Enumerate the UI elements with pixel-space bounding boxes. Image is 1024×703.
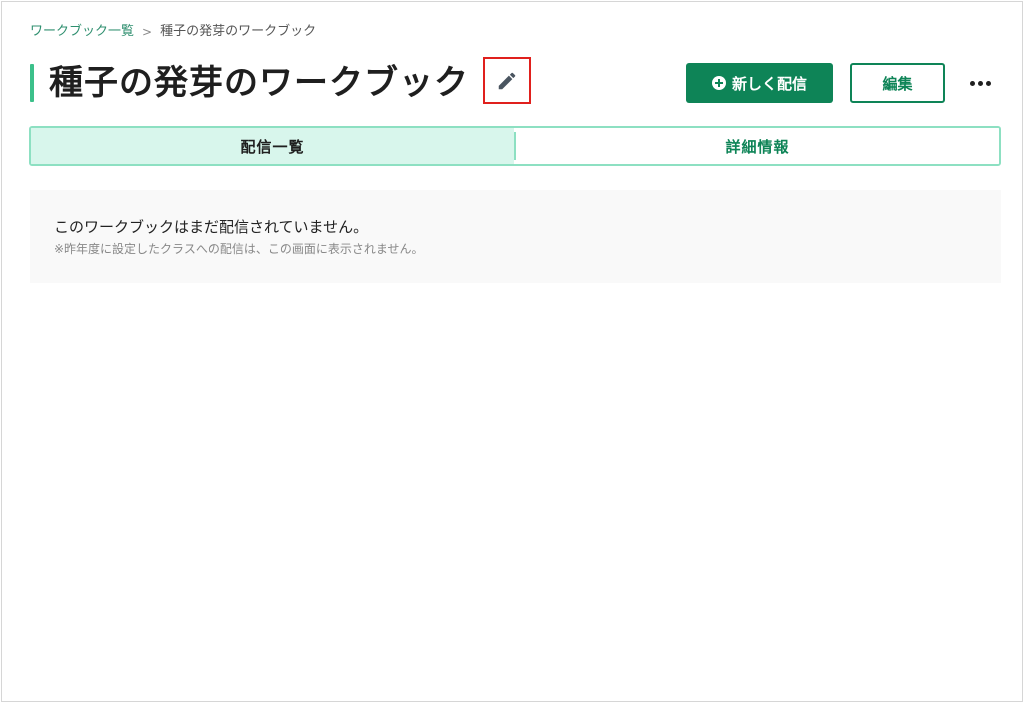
title-accent-bar <box>30 64 34 102</box>
breadcrumb-separator: > <box>142 25 153 39</box>
tab-delivery-list[interactable]: 配信一覧 <box>31 128 514 164</box>
edit-button-label: 編集 <box>882 74 913 93</box>
plus-circle-icon <box>711 76 726 90</box>
breadcrumb: ワークブック一覧 > 種子の発芽のワークブック <box>30 23 316 41</box>
empty-state-note: ※昨年度に設定したクラスへの配信は、この画面に表示されません。 <box>54 242 424 256</box>
more-options-button[interactable] <box>964 63 996 103</box>
edit-button[interactable]: 編集 <box>850 63 945 103</box>
new-delivery-button[interactable]: 新しく配信 <box>686 63 833 103</box>
more-dot-icon <box>977 80 983 86</box>
pencil-icon <box>498 72 516 89</box>
page-title: 種子の発芽のワークブック <box>49 63 469 103</box>
new-delivery-label: 新しく配信 <box>731 74 807 93</box>
empty-state-message: このワークブックはまだ配信されていません。 <box>54 218 369 236</box>
tab-bar: 配信一覧 詳細情報 <box>29 126 1001 166</box>
title-row: 種子の発芽のワークブック 新しく配信 編集 <box>30 57 996 104</box>
more-dot-icon <box>969 80 975 86</box>
breadcrumb-current: 種子の発芽のワークブック <box>160 24 317 39</box>
workbook-detail-page: ワークブック一覧 > 種子の発芽のワークブック 種子の発芽のワークブック 新しく… <box>1 1 1023 702</box>
tab-details[interactable]: 詳細情報 <box>516 128 999 164</box>
empty-state-panel: このワークブックはまだ配信されていません。 ※昨年度に設定したクラスへの配信は、… <box>30 190 1001 283</box>
more-dot-icon <box>985 80 991 86</box>
breadcrumb-workbook-list-link[interactable]: ワークブック一覧 <box>30 23 134 41</box>
edit-title-button[interactable] <box>483 57 531 104</box>
